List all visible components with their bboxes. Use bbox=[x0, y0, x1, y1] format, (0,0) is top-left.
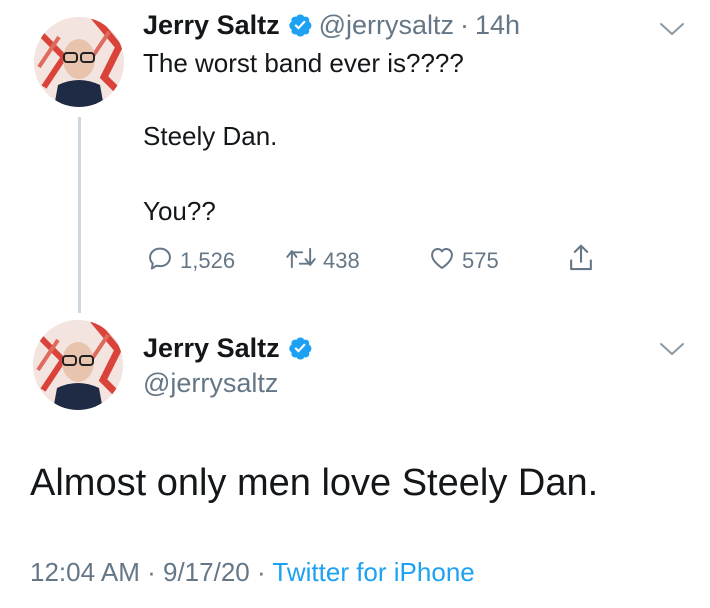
tweet-header: Jerry Saltz bbox=[143, 333, 319, 364]
reply-count: 1,526 bbox=[180, 248, 236, 273]
chevron-down-icon[interactable] bbox=[658, 340, 686, 358]
avatar[interactable] bbox=[33, 320, 123, 410]
tweet-text-line-1: The worst band ever is???? bbox=[143, 48, 464, 78]
source-link[interactable]: Twitter for iPhone bbox=[272, 557, 474, 587]
tweet-meta: 12:04 AM · 9/17/20 · Twitter for iPhone bbox=[30, 557, 475, 588]
tweet-time[interactable]: 12:04 AM bbox=[30, 557, 140, 587]
retweet-button[interactable]: 438 bbox=[285, 244, 360, 278]
tweet-text-line-3: You?? bbox=[143, 196, 216, 226]
author-handle[interactable]: @jerrysaltz bbox=[143, 368, 278, 399]
verified-badge-icon bbox=[287, 335, 313, 361]
tweet-date[interactable]: 9/17/20 bbox=[163, 557, 250, 587]
avatar[interactable] bbox=[34, 17, 124, 107]
tweet-text-line-2: Steely Dan. bbox=[143, 121, 278, 151]
separator: · bbox=[147, 557, 156, 587]
separator: · bbox=[460, 10, 470, 40]
separator: · bbox=[256, 557, 266, 587]
like-icon bbox=[428, 244, 462, 278]
reply-icon bbox=[146, 244, 180, 278]
author-name[interactable]: Jerry Saltz bbox=[143, 333, 280, 363]
thread-line bbox=[78, 117, 81, 313]
verified-badge-icon bbox=[287, 12, 313, 38]
chevron-down-icon[interactable] bbox=[658, 20, 686, 38]
like-count: 575 bbox=[462, 248, 499, 273]
share-icon bbox=[566, 242, 602, 280]
author-handle[interactable]: @jerrysaltz bbox=[319, 10, 454, 40]
like-button[interactable]: 575 bbox=[428, 244, 499, 278]
author-name[interactable]: Jerry Saltz bbox=[143, 10, 280, 40]
reply-button[interactable]: 1,526 bbox=[146, 244, 235, 278]
retweet-icon bbox=[285, 244, 323, 278]
tweet-header: Jerry Saltz @jerrysaltz · 14h bbox=[143, 10, 520, 41]
tweet-text: Almost only men love Steely Dan. bbox=[30, 462, 599, 504]
share-button[interactable] bbox=[566, 242, 602, 280]
retweet-count: 438 bbox=[323, 248, 360, 273]
tweet-time[interactable]: 14h bbox=[475, 10, 520, 40]
